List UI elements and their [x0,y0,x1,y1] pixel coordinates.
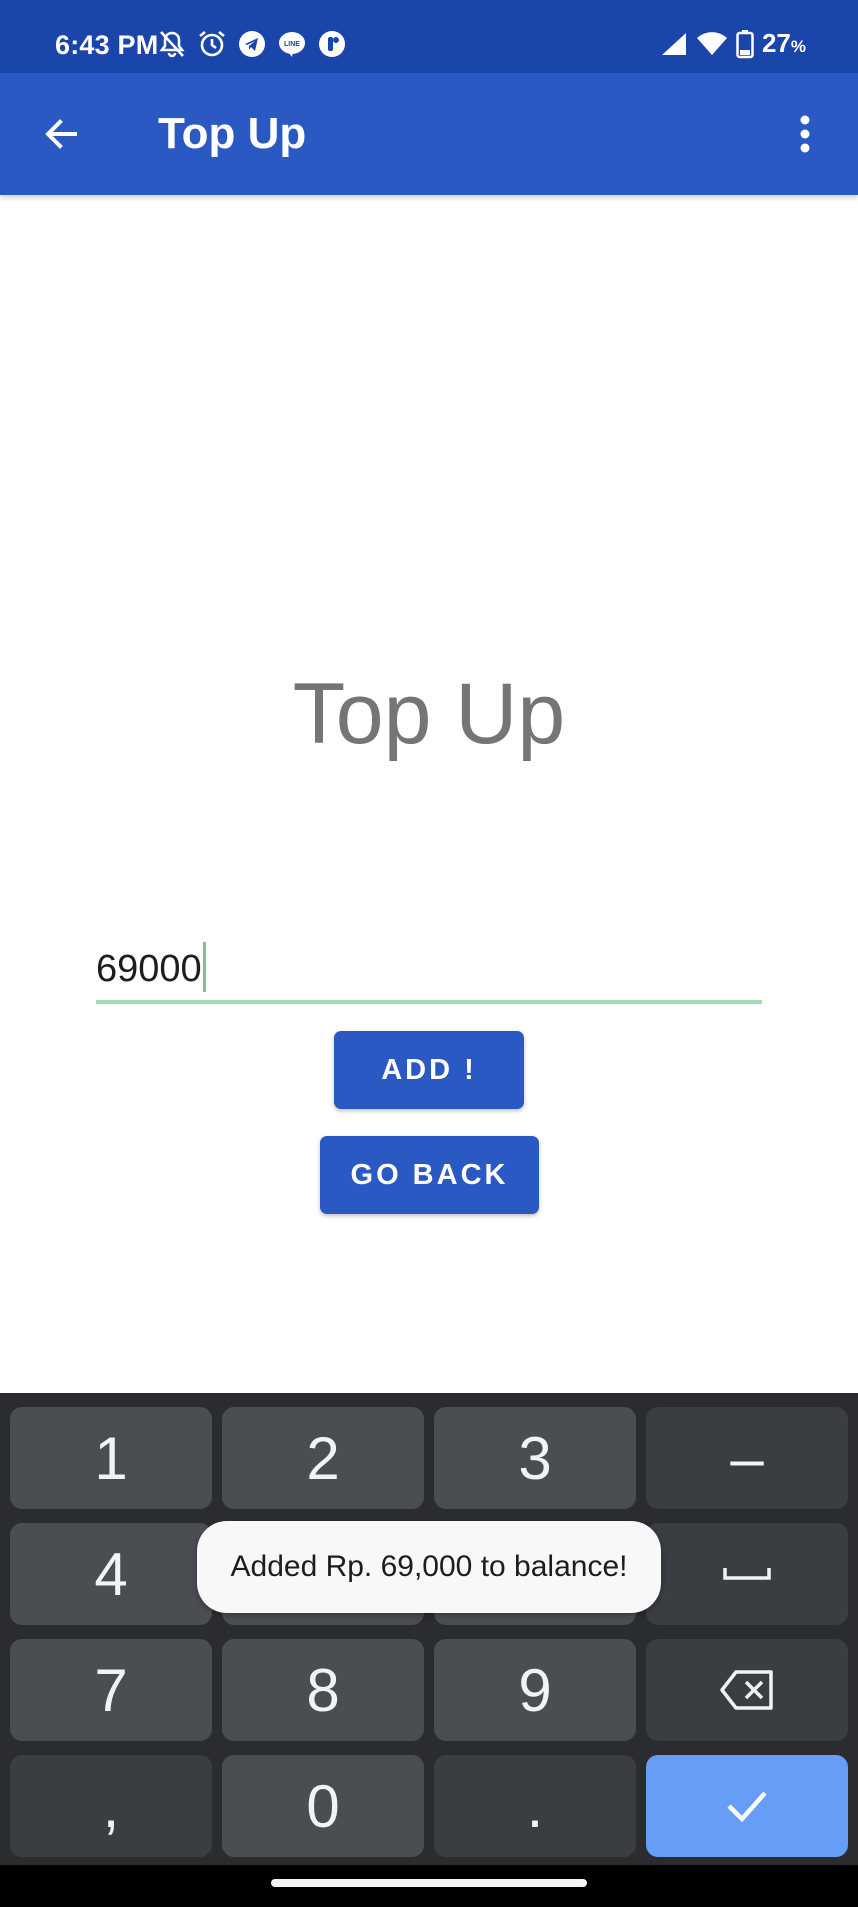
key-comma[interactable]: , [10,1755,212,1857]
key-period[interactable]: . [434,1755,636,1857]
app-bar: Top Up [0,73,858,195]
svg-text:LINE: LINE [284,41,300,48]
key-3[interactable]: 3 [434,1407,636,1509]
status-time: 6:43 PM [55,30,159,60]
key-8[interactable]: 8 [222,1639,424,1741]
text-cursor [202,942,206,992]
alarm-icon [197,29,227,59]
wifi-icon [696,31,728,57]
go-back-button[interactable]: GO BACK [320,1136,539,1214]
battery-value: 27 [761,28,791,58]
page-heading: Top Up [292,666,566,762]
amount-input[interactable]: 69000 [96,938,762,1004]
telegram-icon [237,29,267,59]
key-space[interactable] [646,1523,848,1625]
back-button[interactable] [30,103,92,165]
battery-unit: % [790,37,806,56]
line-icon: LINE [277,29,307,59]
battery-percentage: 27% [762,28,806,59]
amount-input-value[interactable]: 69000 [96,942,206,996]
checkmark-icon [727,1791,767,1823]
app-icon [317,29,347,59]
system-status: 27% [660,28,806,59]
key-0[interactable]: 0 [222,1755,424,1857]
app-title: Top Up [158,109,307,158]
signal-icon [660,31,688,57]
more-options-button[interactable] [774,103,836,165]
home-indicator[interactable] [271,1879,587,1887]
amount-text: 69000 [96,948,202,991]
key-9[interactable]: 9 [434,1639,636,1741]
key-1[interactable]: 1 [10,1407,212,1509]
key-backspace[interactable] [646,1639,848,1741]
more-vert-icon [800,115,810,153]
key-7[interactable]: 7 [10,1639,212,1741]
notification-icons: LINE [157,29,347,59]
toast-message: Added Rp. 69,000 to balance! [197,1521,661,1613]
mute-icon [157,29,187,59]
key-4[interactable]: 4 [10,1523,212,1625]
battery-icon [736,29,754,59]
key-enter[interactable] [646,1755,848,1857]
navigation-bar [0,1865,858,1907]
add-button[interactable]: ADD ! [334,1031,524,1109]
status-bar: 6:43 PM LINE 27% [0,0,858,73]
key-minus[interactable]: – [646,1407,848,1509]
space-icon [723,1568,771,1580]
key-2[interactable]: 2 [222,1407,424,1509]
arrow-back-icon [45,119,77,149]
backspace-icon [720,1670,773,1710]
